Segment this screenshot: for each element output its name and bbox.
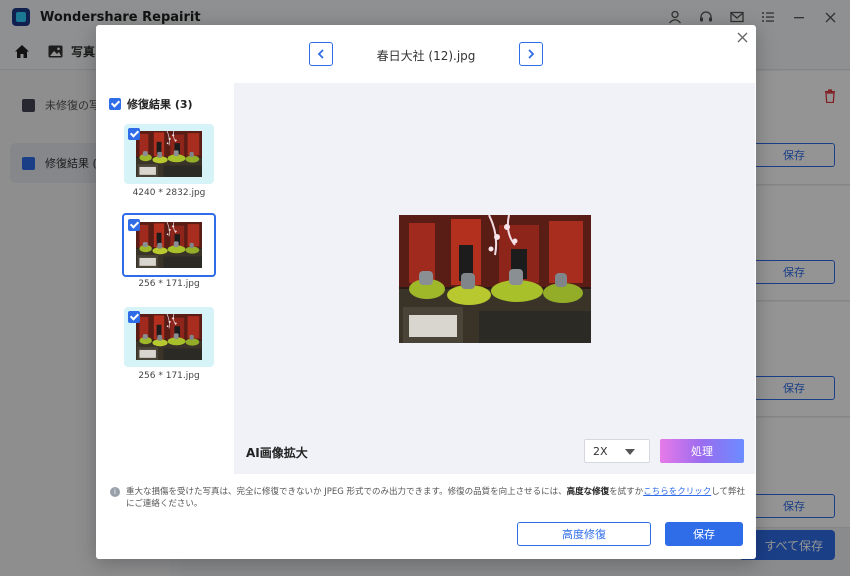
results-header-label: 修復結果 (3) xyxy=(127,98,193,111)
thumbnail-card[interactable] xyxy=(124,124,214,184)
advanced-repair-button[interactable]: 高度修復 xyxy=(517,522,651,546)
notice-part1: 重大な損傷を受けた写真は、完全に修復できないか JPEG 形式でのみ出力できます… xyxy=(126,487,567,497)
thumbnail-label: 256 * 171.jpg xyxy=(138,371,200,381)
save-button[interactable]: 保存 xyxy=(665,522,743,546)
thumbnail-image xyxy=(136,131,202,177)
ai-upscale-label: AI画像拡大 xyxy=(246,446,308,460)
next-button[interactable] xyxy=(519,42,543,66)
contact-link[interactable]: こちらをクリック xyxy=(643,487,711,497)
chevron-left-icon xyxy=(317,49,324,59)
thumbnail-label: 4240 * 2832.jpg xyxy=(132,188,206,198)
thumbnail-card[interactable] xyxy=(122,213,216,277)
info-icon: i xyxy=(110,487,120,497)
process-button[interactable]: 処理 xyxy=(660,439,744,463)
notice-text: i 重大な損傷を受けた写真は、完全に修復できないか JPEG 形式でのみ出力でき… xyxy=(110,486,750,510)
thumbnail-label: 256 * 171.jpg xyxy=(138,279,200,289)
preview-dialog: 春日大社 (12).jpg 修復結果 (3) 4240 * 2832.jpg 2… xyxy=(96,25,756,559)
results-header: 修復結果 (3) xyxy=(109,96,193,112)
thumbnail-checkbox[interactable] xyxy=(128,219,140,231)
preview-image xyxy=(399,215,591,343)
thumbnail-image xyxy=(136,222,202,268)
thumbnail-checkbox[interactable] xyxy=(128,128,140,140)
close-icon[interactable] xyxy=(734,29,750,45)
caret-down-icon xyxy=(625,449,635,455)
select-all-checkbox[interactable] xyxy=(109,98,121,110)
thumbnail-card[interactable] xyxy=(124,307,214,367)
thumbnail-checkbox[interactable] xyxy=(128,311,140,323)
notice-part2: を試すか xyxy=(609,487,644,497)
thumbnail-image xyxy=(136,314,202,360)
preview-area: AI画像拡大 2X 処理 xyxy=(234,83,755,474)
scale-value: 2X xyxy=(593,444,608,458)
previous-button[interactable] xyxy=(309,42,333,66)
file-title: 春日大社 (12).jpg xyxy=(376,49,476,63)
scale-select[interactable]: 2X xyxy=(584,439,650,463)
notice-bold: 高度な修復 xyxy=(566,487,610,497)
chevron-right-icon xyxy=(528,49,535,59)
